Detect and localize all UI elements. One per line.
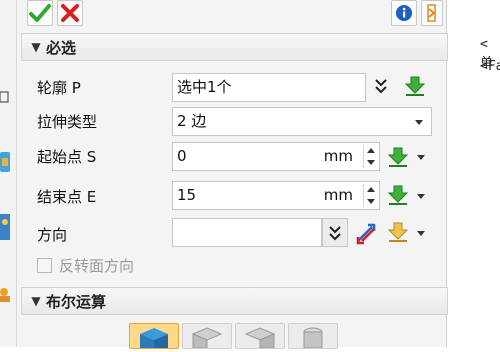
solid-block-icon	[140, 328, 168, 348]
boolean-subtract-button[interactable]	[235, 323, 285, 349]
section-title-boolean: 布尔运算	[46, 292, 107, 311]
start-point-spinner[interactable]	[363, 145, 377, 168]
direction-field[interactable]	[172, 218, 322, 247]
end-point-value: 15	[177, 186, 197, 204]
info-icon	[396, 5, 412, 21]
section-title-required: 必选	[46, 38, 77, 57]
start-point-unit: mm	[323, 147, 353, 165]
double-chevron-down-icon[interactable]	[374, 77, 388, 95]
info-button[interactable]	[391, 0, 417, 26]
extrude-type-label: 拉伸类型	[37, 113, 98, 131]
add-block-icon	[191, 327, 223, 349]
end-point-spinner[interactable]	[363, 184, 377, 207]
partial-tool-icon-3[interactable]	[0, 212, 12, 242]
profile-field[interactable]: 选中1个	[172, 73, 366, 102]
partial-tool-icon-4[interactable]	[0, 286, 12, 306]
end-point-label: 结束点 E	[37, 188, 97, 206]
end-point-unit: mm	[323, 186, 353, 204]
reverse-direction-arrows-icon[interactable]	[354, 221, 378, 245]
green-download-arrow-icon[interactable]	[387, 184, 409, 206]
profile-label: 轮廓 P	[37, 79, 81, 97]
dropdown-arrow-icon	[415, 120, 423, 125]
ok-button[interactable]	[27, 0, 53, 26]
start-point-value: 0	[177, 147, 187, 165]
red-x-icon	[61, 4, 79, 22]
boolean-base-body-button[interactable]	[129, 323, 179, 349]
green-checkmark-icon	[29, 4, 51, 22]
direction-label: 方向	[37, 226, 68, 244]
help-button[interactable]	[421, 0, 443, 26]
boolean-add-button[interactable]	[182, 323, 232, 349]
cancel-button[interactable]	[57, 0, 83, 26]
yellow-download-arrow-icon[interactable]	[387, 221, 409, 243]
double-chevron-down-icon	[329, 225, 341, 240]
section-header-boolean[interactable]: ▼ 布尔运算	[21, 287, 448, 315]
intersect-cylinder-icon	[303, 327, 323, 349]
boolean-intersect-button[interactable]	[288, 323, 338, 349]
collapse-triangle-icon: ▼	[31, 40, 41, 54]
partial-tool-icon-1[interactable]	[0, 88, 12, 106]
panel-toolbar	[17, 0, 448, 32]
extrude-feature-panel: ▼ 必选 轮廓 P 选中1个 拉伸类型 2 边 起始点 S 0 mm 结束点 E…	[16, 0, 448, 349]
collapse-triangle-icon: ▼	[31, 294, 41, 308]
partial-tool-icon-2[interactable]	[0, 150, 12, 174]
subtract-block-icon	[244, 327, 276, 349]
end-point-input[interactable]: 15 mm	[172, 181, 380, 210]
section-header-required[interactable]: ▼ 必选	[21, 33, 448, 61]
extrude-type-value: 2 边	[177, 112, 207, 130]
start-point-input[interactable]: 0 mm	[172, 142, 380, 171]
direction-dropdown-button[interactable]	[322, 218, 348, 247]
green-download-arrow-icon[interactable]	[404, 75, 426, 97]
left-tool-strip	[0, 0, 16, 347]
reverse-face-direction-checkbox[interactable]	[37, 258, 52, 273]
start-point-label: 起始点 S	[37, 148, 97, 166]
reverse-face-direction-label: 反转面方向	[59, 257, 135, 275]
profile-value: 选中1个	[177, 78, 232, 96]
direction-options-arrow-icon[interactable]	[417, 231, 425, 236]
right-panel-text-2: <Fa	[480, 59, 500, 74]
start-point-options-arrow-icon[interactable]	[417, 155, 425, 160]
extrude-type-select[interactable]: 2 边	[172, 107, 432, 136]
end-point-options-arrow-icon[interactable]	[417, 194, 425, 199]
help-icon	[427, 4, 436, 22]
green-download-arrow-icon[interactable]	[387, 146, 409, 168]
